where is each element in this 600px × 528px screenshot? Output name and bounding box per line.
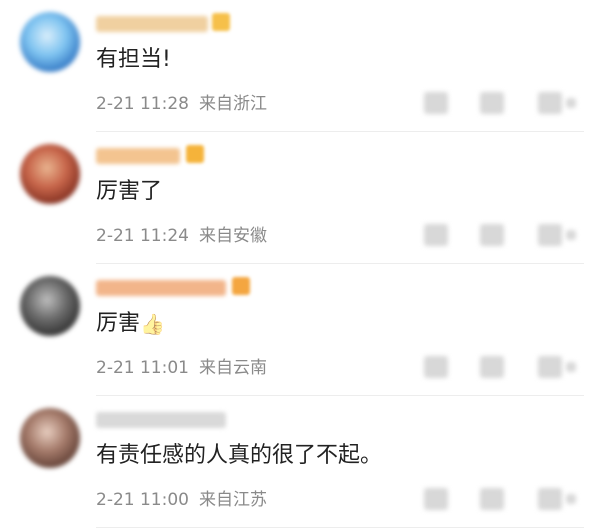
comment-item: 有责任感的人真的很了不起。 2-21 11:00 来自江苏 (0, 396, 600, 528)
comment-text: 厉害了 (96, 179, 163, 204)
comment-list: 有担当! 2-21 11:28 来自浙江 厉害了 2-21 11:24 来自安徽 (0, 0, 600, 528)
comment-time: 2-21 11:24 (96, 226, 189, 246)
comment-meta: 2-21 11:00 来自江苏 (96, 488, 267, 512)
like-icon[interactable] (538, 224, 562, 246)
comment-location: 来自浙江 (198, 94, 267, 114)
like-icon[interactable] (538, 92, 562, 114)
blurred-username[interactable] (96, 280, 226, 296)
comment-text-main: 厉害 (96, 311, 141, 336)
comment-location: 来自云南 (198, 358, 267, 378)
comment-time: 2-21 11:00 (96, 490, 189, 510)
comment-icon[interactable] (480, 356, 504, 378)
comment-meta: 2-21 11:24 来自安徽 (96, 224, 267, 248)
blurred-username[interactable] (96, 412, 226, 428)
blurred-username[interactable] (96, 148, 180, 164)
comment-item: 有担当! 2-21 11:28 来自浙江 (0, 0, 600, 132)
comment-time: 2-21 11:01 (96, 358, 189, 378)
comment-text: 厉害👍 (96, 308, 165, 340)
comment-icon[interactable] (480, 224, 504, 246)
badge-icon (232, 277, 250, 295)
comment-actions (420, 90, 590, 118)
comment-location: 来自安徽 (198, 226, 267, 246)
share-icon[interactable] (424, 488, 448, 510)
blurred-avatar-icon[interactable] (20, 408, 80, 468)
comment-item: 厉害👍 2-21 11:01 来自云南 (0, 264, 600, 396)
badge-icon (212, 13, 230, 31)
blurred-avatar-icon[interactable] (20, 12, 80, 72)
share-icon[interactable] (424, 356, 448, 378)
like-count-blur (566, 230, 576, 240)
comment-actions (420, 354, 590, 382)
comment-location: 来自江苏 (198, 490, 267, 510)
comment-icon[interactable] (480, 92, 504, 114)
comment-icon[interactable] (480, 488, 504, 510)
like-count-blur (566, 494, 576, 504)
like-icon[interactable] (538, 356, 562, 378)
like-count-blur (566, 98, 576, 108)
comment-actions (420, 222, 590, 250)
share-icon[interactable] (424, 92, 448, 114)
comment-actions (420, 486, 590, 514)
comment-text: 有担当! (96, 47, 171, 72)
comment-time: 2-21 11:28 (96, 94, 189, 114)
share-icon[interactable] (424, 224, 448, 246)
badge-icon (186, 145, 204, 163)
blurred-avatar-icon[interactable] (20, 144, 80, 204)
thumbs-up-icon: 👍 (140, 312, 165, 336)
like-icon[interactable] (538, 488, 562, 510)
comment-meta: 2-21 11:01 来自云南 (96, 356, 267, 380)
comment-item: 厉害了 2-21 11:24 来自安徽 (0, 132, 600, 264)
blurred-avatar-icon[interactable] (20, 276, 80, 336)
blurred-username[interactable] (96, 16, 208, 32)
like-count-blur (566, 362, 576, 372)
comment-text: 有责任感的人真的很了不起。 (96, 443, 383, 468)
comment-meta: 2-21 11:28 来自浙江 (96, 92, 267, 116)
